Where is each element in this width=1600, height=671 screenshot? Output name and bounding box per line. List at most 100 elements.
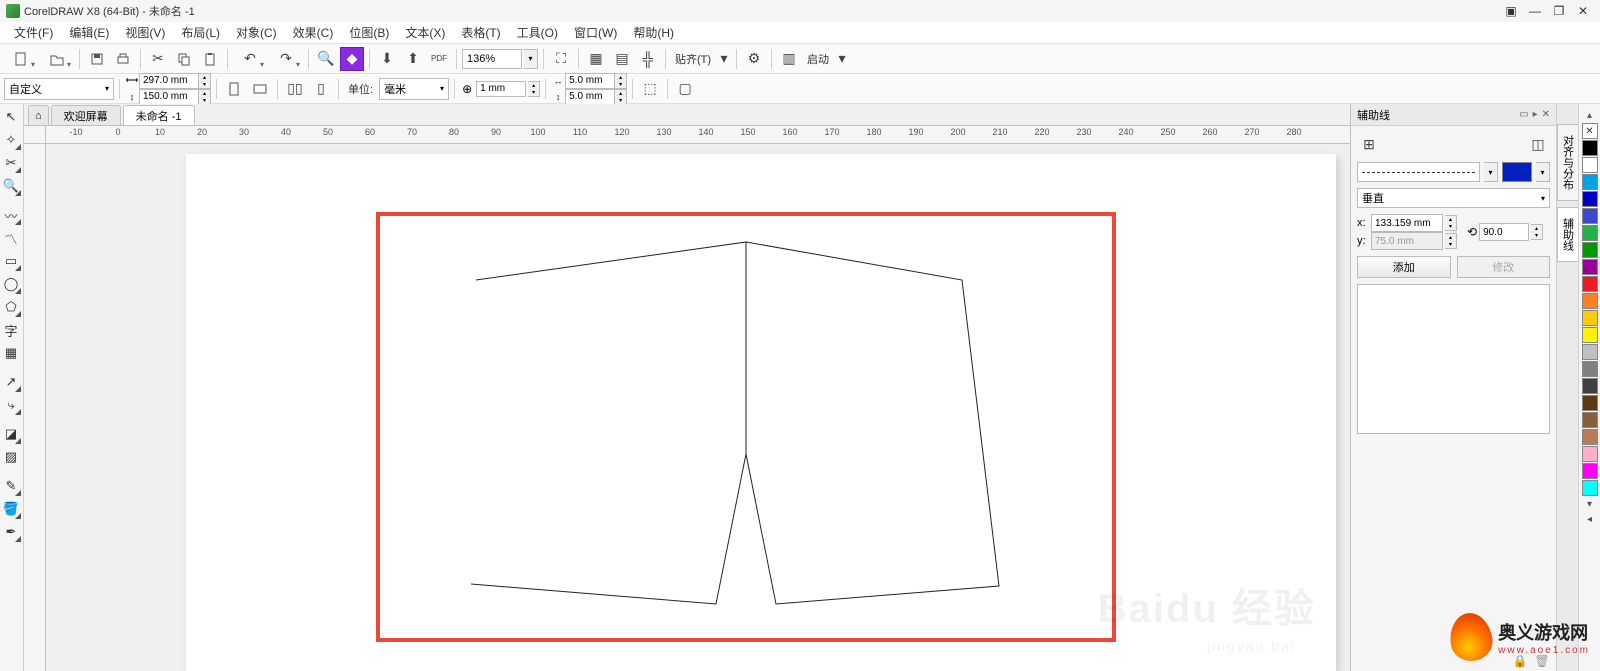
menu-window[interactable]: 窗口(W) [566, 24, 625, 41]
guides-listbox[interactable] [1357, 284, 1550, 434]
help-icon[interactable]: ▣ [1500, 3, 1522, 19]
menu-help[interactable]: 帮助(H) [625, 24, 682, 41]
color-swatch[interactable] [1582, 157, 1598, 173]
text-tool[interactable]: 字 [0, 319, 22, 341]
color-swatch[interactable] [1582, 174, 1598, 190]
ruler-horizontal[interactable]: -100102030405060708090100110120130140150… [46, 126, 1350, 144]
color-swatch[interactable] [1582, 378, 1598, 394]
palette-down[interactable]: ▾ [1587, 499, 1592, 510]
close-button[interactable]: ✕ [1572, 3, 1594, 19]
rulers-button[interactable]: ▦ [584, 47, 608, 71]
angle-input[interactable]: 90.0 [1479, 223, 1529, 241]
rectangle-tool[interactable]: ▭ [0, 250, 22, 272]
options-button[interactable]: ⚙ [742, 47, 766, 71]
add-guide-button[interactable]: 添加 [1357, 256, 1451, 278]
units-combo[interactable]: 毫米▾ [379, 78, 449, 100]
ruler-vertical[interactable] [24, 144, 46, 671]
canvas[interactable]: Baidu 经验 jingyan.bai [46, 144, 1350, 671]
color-swatch[interactable] [1582, 310, 1598, 326]
color-swatch[interactable] [1582, 225, 1598, 241]
page-width-input[interactable]: 297.0 mm [139, 73, 199, 89]
vtab-guides[interactable]: 辅助线 [1557, 207, 1579, 262]
eyedropper-tool[interactable]: ✎ [0, 475, 22, 497]
tab-home[interactable]: ⌂ [28, 105, 49, 125]
color-swatch[interactable] [1582, 446, 1598, 462]
guide-section-combo[interactable]: 垂直▾ [1357, 188, 1550, 208]
tab-welcome[interactable]: 欢迎屏幕 [51, 105, 121, 125]
guide-x-input[interactable]: 133.159 mm [1371, 214, 1443, 232]
search-button[interactable]: 🔍 [314, 47, 338, 71]
menu-text[interactable]: 文本(X) [397, 24, 453, 41]
color-swatch[interactable] [1582, 480, 1598, 496]
dupy-spinner[interactable]: ▴▾ [615, 89, 627, 105]
minimize-button[interactable]: — [1524, 3, 1546, 19]
zoom-tool[interactable]: 🔍 [0, 175, 22, 197]
freehand-tool[interactable]: 〰 [0, 204, 22, 226]
copy-button[interactable] [172, 47, 196, 71]
ruler-origin[interactable] [24, 126, 46, 144]
color-swatch[interactable] [1582, 293, 1598, 309]
guides-button[interactable]: ╬ [636, 47, 660, 71]
color-swatch[interactable] [1582, 327, 1598, 343]
snap-dropdown[interactable]: ▾ [717, 47, 731, 71]
menu-file[interactable]: 文件(F) [6, 24, 61, 41]
menu-effects[interactable]: 效果(C) [285, 24, 342, 41]
menu-bitmap[interactable]: 位图(B) [341, 24, 397, 41]
docker-close-icon[interactable]: ✕ [1542, 109, 1550, 120]
redo-button[interactable]: ↷ [269, 47, 303, 71]
transparency-tool[interactable]: ▨ [0, 446, 22, 468]
artistic-media-tool[interactable]: 〽 [0, 227, 22, 249]
launch-dropdown[interactable]: ▾ [835, 47, 849, 71]
width-spinner[interactable]: ▴▾ [199, 73, 211, 89]
color-swatch[interactable] [1582, 412, 1598, 428]
zoom-dropdown[interactable]: ▾ [524, 49, 538, 69]
landscape-button[interactable] [248, 77, 272, 101]
paste-button[interactable] [198, 47, 222, 71]
crop-tool[interactable]: ✂ [0, 152, 22, 174]
guide-preset-icon[interactable]: ⊞ [1357, 132, 1381, 156]
all-pages-button[interactable]: ▯▯ [283, 77, 307, 101]
menu-object[interactable]: 对象(C) [228, 24, 285, 41]
menu-layout[interactable]: 布局(L) [173, 24, 228, 41]
treat-as-filled-button[interactable]: ⬚ [638, 77, 662, 101]
maximize-button[interactable]: ❐ [1548, 3, 1570, 19]
guide-color-dropdown[interactable]: ▾ [1536, 162, 1550, 182]
launch-icon[interactable]: ▥ [777, 47, 801, 71]
guide-style-dropdown[interactable]: ▾ [1484, 162, 1498, 182]
tab-document[interactable]: 未命名 -1 [123, 105, 195, 125]
print-button[interactable] [111, 47, 135, 71]
palette-up[interactable]: ▴ [1587, 110, 1592, 121]
color-swatch[interactable] [1582, 344, 1598, 360]
guide-y-spinner[interactable]: ▴▾ [1445, 233, 1457, 249]
dupx-input[interactable]: 5.0 mm [565, 73, 615, 89]
menu-edit[interactable]: 编辑(E) [61, 24, 117, 41]
polygon-tool[interactable]: ⬠ [0, 296, 22, 318]
nudge-input[interactable]: 1 mm [476, 81, 526, 97]
save-button[interactable] [85, 47, 109, 71]
zoom-input[interactable]: 136% [462, 49, 522, 69]
color-swatch[interactable] [1582, 259, 1598, 275]
color-swatch[interactable] [1582, 429, 1598, 445]
menu-view[interactable]: 视图(V) [117, 24, 173, 41]
outline-tool[interactable]: ✒ [0, 521, 22, 543]
docker-menu-icon[interactable]: ▭ [1519, 109, 1528, 120]
nudge-spinner[interactable]: ▴▾ [528, 81, 540, 97]
color-swatch[interactable] [1582, 191, 1598, 207]
menu-tools[interactable]: 工具(O) [509, 24, 566, 41]
import-button[interactable]: ⬇ [375, 47, 399, 71]
docker-collapse-icon[interactable]: ▸ [1533, 109, 1538, 120]
pdf-button[interactable]: PDF [427, 47, 451, 71]
dupx-spinner[interactable]: ▴▾ [615, 73, 627, 89]
guide-lock-icon[interactable]: ◫ [1526, 132, 1550, 156]
export-button[interactable]: ⬆ [401, 47, 425, 71]
dropshadow-tool[interactable]: ◪ [0, 423, 22, 445]
swatch-none[interactable] [1582, 123, 1598, 139]
ellipse-tool[interactable]: ◯ [0, 273, 22, 295]
guide-x-spinner[interactable]: ▴▾ [1445, 215, 1457, 231]
open-button[interactable] [40, 47, 74, 71]
table-tool[interactable]: ▦ [0, 342, 22, 364]
color-swatch[interactable] [1582, 140, 1598, 156]
vtab-align[interactable]: 对齐与分布 [1557, 124, 1579, 201]
fullscreen-button[interactable]: ⛶ [549, 47, 573, 71]
color-swatch[interactable] [1582, 361, 1598, 377]
